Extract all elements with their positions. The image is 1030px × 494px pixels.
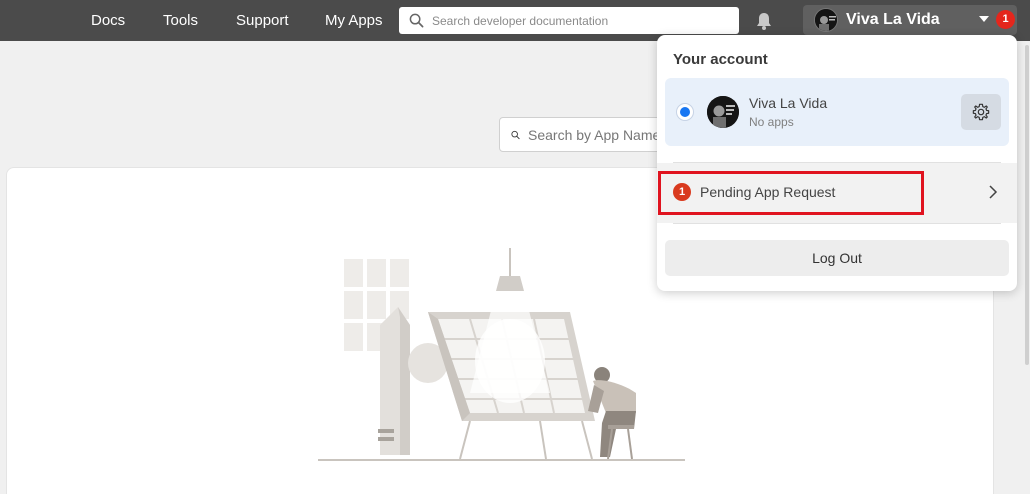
app-name-search[interactable] — [499, 117, 679, 152]
avatar — [707, 96, 739, 128]
bell-icon[interactable] — [754, 11, 774, 31]
highlight-annotation-box — [658, 171, 924, 215]
account-menu-button[interactable]: Viva La Vida 1 — [803, 5, 1017, 35]
developer-docs-search[interactable] — [399, 7, 739, 34]
account-dropdown-menu: Your account Viva La Vida No apps 1 Pend… — [657, 35, 1017, 291]
chevron-down-icon — [979, 16, 989, 22]
app-name-search-input[interactable] — [528, 126, 678, 143]
empty-state-illustration — [318, 248, 685, 461]
chevron-right-icon — [989, 185, 998, 199]
nav-link-my-apps[interactable]: My Apps — [325, 0, 383, 41]
avatar — [814, 8, 838, 32]
account-radio[interactable] — [676, 103, 694, 121]
nav-link-docs[interactable]: Docs — [91, 0, 125, 41]
notification-badge: 1 — [996, 10, 1015, 29]
search-icon — [511, 130, 520, 139]
account-option-subtitle: No apps — [749, 115, 794, 129]
account-option-row[interactable]: Viva La Vida No apps — [665, 78, 1009, 146]
account-settings-button[interactable] — [961, 94, 1001, 130]
dropdown-title: Your account — [673, 51, 768, 68]
developer-docs-search-input[interactable] — [432, 13, 722, 28]
nav-link-support[interactable]: Support — [236, 0, 289, 41]
logout-button[interactable]: Log Out — [665, 240, 1009, 276]
search-icon — [409, 13, 424, 28]
radio-selected-dot — [680, 107, 690, 117]
account-name: Viva La Vida — [846, 11, 940, 28]
scrollbar-thumb[interactable] — [1025, 45, 1029, 365]
account-option-name: Viva La Vida — [749, 95, 828, 111]
gear-icon — [972, 103, 990, 121]
divider — [673, 223, 1001, 224]
nav-link-tools[interactable]: Tools — [163, 0, 198, 41]
